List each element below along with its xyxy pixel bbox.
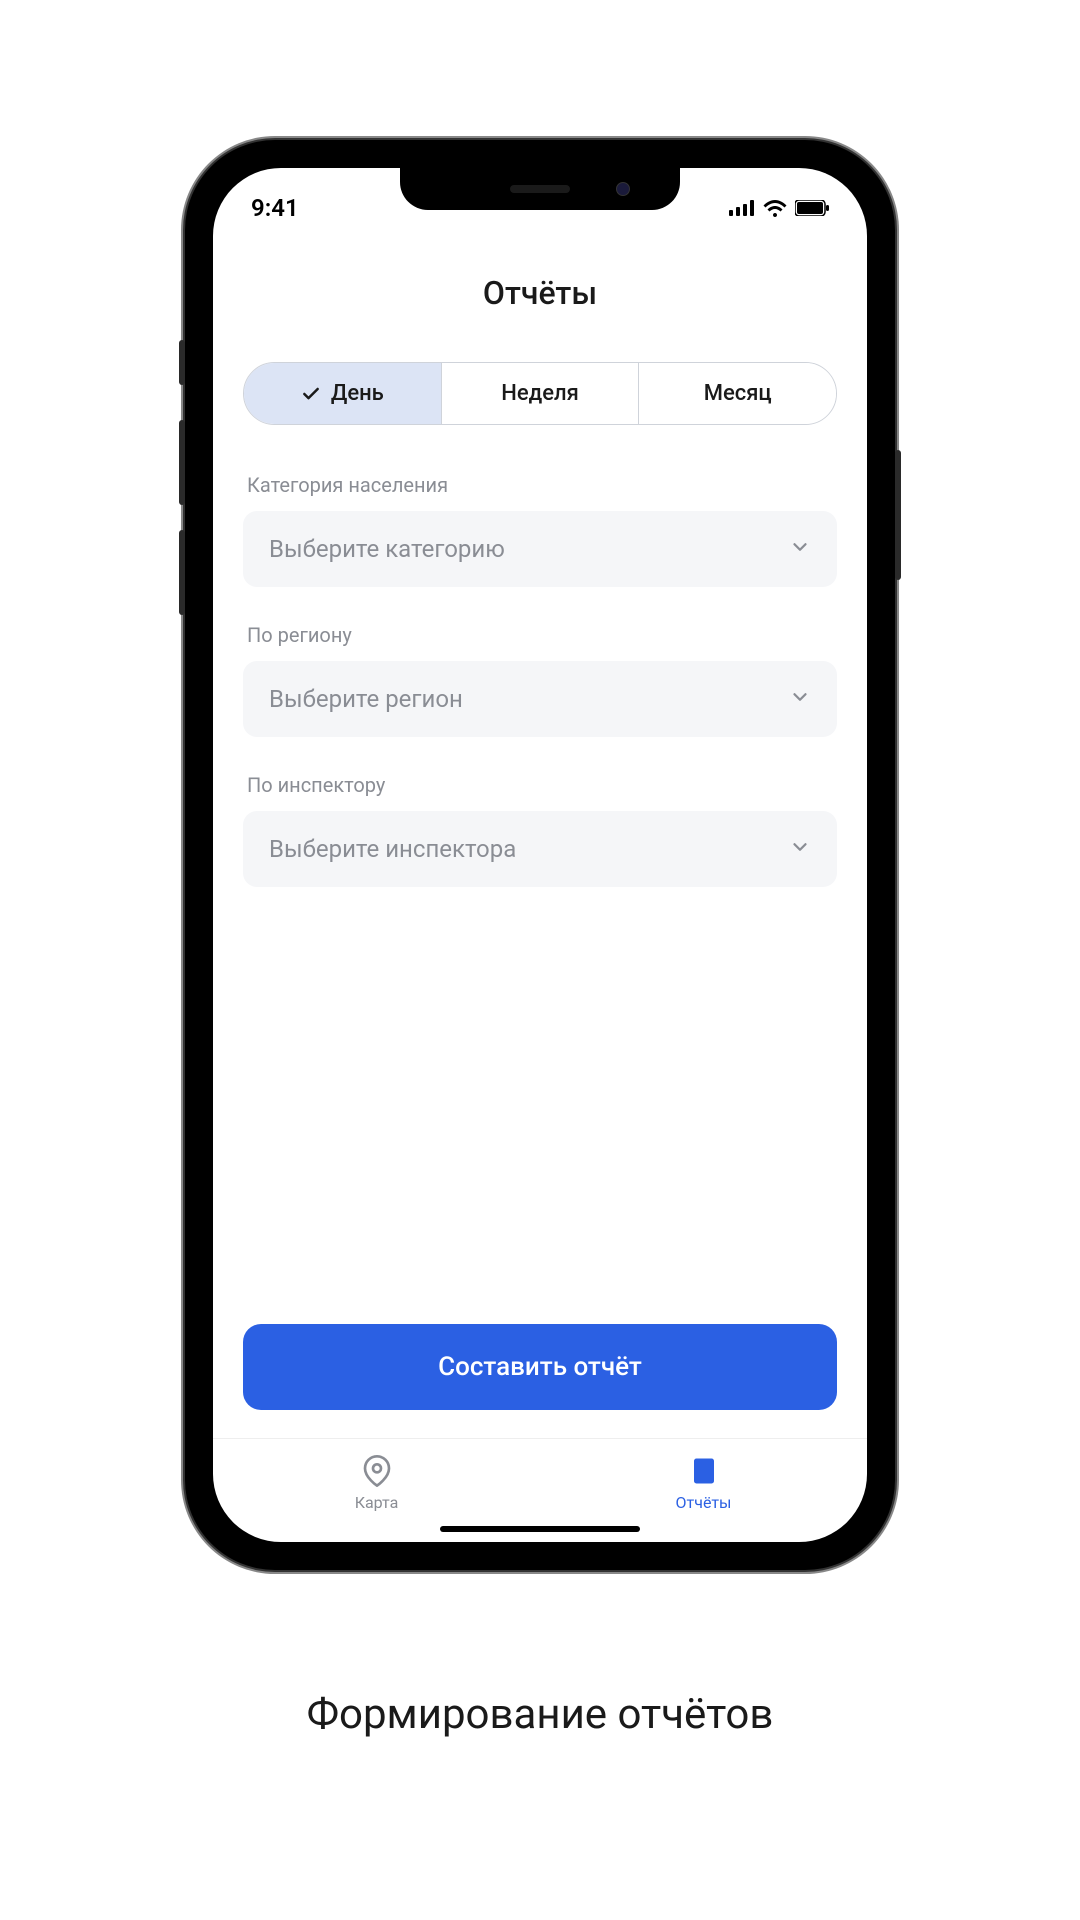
page-title: Отчёты [243,274,837,312]
nav-reports-label: Отчёты [676,1493,732,1512]
region-field-group: По региону Выберите регион [243,623,837,737]
wifi-icon [763,199,787,217]
inspector-field-group: По инспектору Выберите инспектора [243,773,837,887]
phone-mockup: 9:41 Отчёты [185,140,895,1570]
chevron-down-icon [789,836,811,862]
check-icon [301,384,321,404]
document-icon [686,1453,722,1489]
nav-map-label: Карта [355,1493,399,1512]
create-report-button[interactable]: Составить отчёт [243,1324,837,1410]
inspector-select[interactable]: Выберите инспектора [243,811,837,887]
period-segmented-control: День Неделя Месяц [243,362,837,425]
bottom-nav: Карта Отчёты [213,1438,867,1520]
chevron-down-icon [789,686,811,712]
segment-week[interactable]: Неделя [442,363,640,424]
segment-month[interactable]: Месяц [639,363,836,424]
region-label: По региону [243,623,837,647]
category-field-group: Категория населения Выберите категорию [243,473,837,587]
category-placeholder: Выберите категорию [269,535,505,563]
segment-month-label: Месяц [704,381,772,406]
segment-day-label: День [331,381,384,406]
inspector-label: По инспектору [243,773,837,797]
phone-notch [400,168,680,210]
mockup-caption: Формирование отчётов [307,1690,774,1739]
region-select[interactable]: Выберите регион [243,661,837,737]
nav-reports[interactable]: Отчёты [540,1453,867,1512]
category-label: Категория населения [243,473,837,497]
region-placeholder: Выберите регион [269,685,463,713]
segment-day[interactable]: День [244,363,442,424]
map-pin-icon [359,1453,395,1489]
home-indicator[interactable] [440,1526,640,1532]
category-select[interactable]: Выберите категорию [243,511,837,587]
signal-icon [729,200,755,216]
inspector-placeholder: Выберите инспектора [269,835,516,863]
battery-icon [795,200,829,216]
nav-map[interactable]: Карта [213,1453,540,1512]
chevron-down-icon [789,536,811,562]
segment-week-label: Неделя [501,381,579,406]
